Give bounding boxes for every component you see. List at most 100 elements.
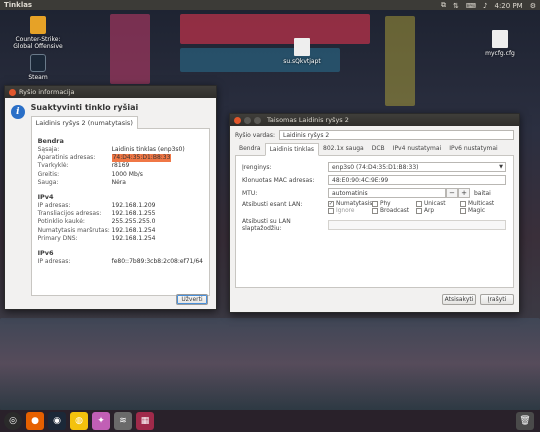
close-icon[interactable] [9,88,16,96]
background-street [0,318,540,410]
app-icon[interactable]: ✦ [92,412,110,430]
cancel-button[interactable]: Atsisakyti [442,294,476,305]
tab-item[interactable]: 802.1x sauga [319,143,368,155]
file-icon [294,38,310,56]
checkbox-box [372,201,378,207]
section-title: Bendra [37,137,64,145]
desktop-icon-mycfg[interactable]: mycfg.cfg [478,30,522,57]
volume-icon[interactable]: ♪ [483,2,487,10]
mtu-increment-button[interactable]: + [458,188,470,198]
info-key: Potinklio kaukė: [37,218,85,226]
panel-indicators: ⧉ ⇅ ⌨ ♪ 4:20 PM ⚙ [441,1,536,10]
firefox-icon[interactable]: ● [26,412,44,430]
tab-connection[interactable]: Laidinis ryšys 2 (numatytasis) [30,116,138,129]
dialog-titlebar[interactable]: Ryšio informacija [5,86,216,98]
info-panel: Bendra Sąsaja: Laidinis tinklas (enp3s0) A… [30,128,210,296]
wifi-icon[interactable]: ≋ [114,412,132,430]
wake-option-checkbox[interactable]: Multicast [460,201,504,207]
info-row: IP adresas: 192.168.1.209 [38,202,203,210]
info-value: 192.168.1.209 [111,202,156,210]
chrome-icon[interactable]: ◍ [70,412,88,430]
checkbox-box [460,201,466,207]
wake-password-field[interactable] [328,220,506,230]
dropbox-icon[interactable]: ⧉ [441,1,446,10]
info-key: Sauga: [37,178,59,186]
wake-option-label: Magic [468,208,486,214]
tab-item[interactable]: Bendra [235,143,265,155]
info-row: Sąsaja: Laidinis tinklas (enp3s0) [38,146,203,154]
connection-name-label: Ryšio vardas: [235,131,275,139]
info-value: 192.168.1.255 [111,210,156,218]
desktop-icon-steam[interactable]: Steam [22,54,54,81]
dialog-titlebar[interactable]: Taisomas Laidinis ryšys 2 [230,114,519,126]
info-row: Potinklio kaukė: 255.255.255.0 [38,218,203,226]
background-sign [385,16,415,106]
wake-option-checkbox[interactable]: Magic [460,208,504,214]
ubuntu-icon[interactable]: ◎ [4,412,22,430]
clock[interactable]: 4:20 PM [495,2,523,10]
launcher-bar: ◎ ● ◉ ◍ ✦ ≋ ▦ 🗑 [0,410,540,432]
tab-item[interactable]: IPv4 nustatymai [389,143,446,155]
info-value: 192.168.1.254 [111,226,156,234]
gear-icon[interactable]: ⚙ [530,2,536,10]
mtu-value: automatinis [332,190,368,197]
wake-option-checkbox[interactable]: Unicast [416,201,460,207]
desktop-icon-label: su.sQkvtjapt [283,58,321,65]
info-key: Tvarkyklė: [37,162,69,170]
info-value: 192.168.1.254 [111,234,156,242]
wake-option-checkbox[interactable]: Arp [416,208,460,214]
info-value: 74:D4:35:D1:B8:33 [111,154,172,163]
panel-app-title: Tinklas [4,1,33,9]
save-button[interactable]: Įrašyti [480,294,514,305]
info-row: Greitis: 1000 Mb/s [38,171,203,179]
trash-icon[interactable]: 🗑 [516,412,534,430]
app-icon[interactable]: ▦ [136,412,154,430]
tab-item[interactable]: Laidinis tinklas [264,143,319,156]
info-value: 255.255.255.0 [111,218,156,226]
close-button[interactable]: Užverti [176,294,208,305]
tab-item[interactable]: DCB [368,143,389,155]
checkbox-box [372,208,378,214]
steam-icon[interactable]: ◉ [48,412,66,430]
desktop-icon-label: Steam [28,74,48,81]
steam-icon [30,54,46,72]
mtu-decrement-button[interactable]: − [446,188,458,198]
dialog-title: Taisomas Laidinis ryšys 2 [267,116,349,124]
wake-on-lan-label: Atsibusti esant LAN: [242,201,303,208]
wake-option-label: Phy [380,201,391,207]
info-value: 1000 Mb/s [111,170,143,178]
keyboard-icon[interactable]: ⌨ [466,2,476,10]
info-value: Nėra [111,178,126,186]
device-select[interactable]: enp3s0 (74:D4:35:D1:B8:33) ▼ [328,162,506,172]
info-key: Sąsaja: [37,146,60,153]
info-key: IP adresas: [37,202,71,210]
network-icon[interactable]: ⇅ [453,2,459,10]
wake-option-checkbox[interactable]: ✓ Numatytasis [328,201,372,207]
mac-value: 48:E0:90:4C:9E:99 [332,177,389,184]
maximize-icon[interactable] [254,116,261,124]
desktop-icon-csgo[interactable]: Counter-Strike: Global Offensive [10,16,66,50]
info-key: Aparatinis adresas: [37,154,96,162]
cloned-mac-field[interactable]: 48:E0:90:4C:9E:99 [328,175,506,185]
desktop-icon-file[interactable]: su.sQkvtjapt [278,38,326,65]
connection-name-field[interactable]: Laidinis ryšys 2 [278,130,514,140]
info-icon: i [11,105,25,119]
wake-option-label: Ignore [336,208,355,214]
wake-option-label: Multicast [468,201,495,207]
close-icon[interactable] [234,116,241,124]
minimize-icon[interactable] [244,116,251,124]
file-icon [492,30,508,48]
dialog-heading: Suaktyvinti tinklo ryšiai [30,103,139,112]
chevron-down-icon: ▼ [499,164,503,170]
wake-option-label: Broadcast [380,208,410,214]
wake-option-label: Arp [424,208,435,214]
tab-item[interactable]: IPv6 nustatymai [445,143,502,155]
info-row: Sauga: Nėra [38,179,203,187]
device-value: enp3s0 (74:D4:35:D1:B8:33) [332,164,419,171]
mtu-field[interactable]: automatinis [328,188,446,198]
background-sign [110,14,150,84]
wake-option-checkbox[interactable]: Ignore [328,208,372,214]
wake-password-label: Atsibusti su LAN slaptažodžiu: [242,218,291,232]
wake-option-checkbox[interactable]: Broadcast [372,208,416,214]
wake-option-checkbox[interactable]: Phy [372,201,416,207]
